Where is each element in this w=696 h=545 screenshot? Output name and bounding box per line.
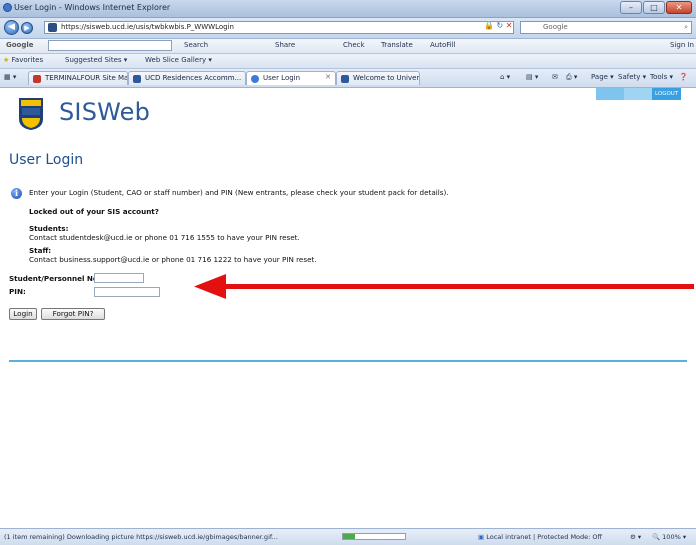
lock-icon[interactable]: 🔒 (484, 21, 494, 30)
zoom-control[interactable]: 🔍 100% ▾ (652, 533, 686, 541)
home-icon[interactable]: ⌂ ▾ (500, 73, 510, 81)
tab-favicon-icon (33, 75, 41, 83)
page-menu[interactable]: Page ▾ (591, 73, 614, 81)
favorites-label: Favorites (11, 56, 44, 64)
protected-mode-icon[interactable]: ⚙ ▾ (630, 533, 641, 541)
search-icon[interactable]: ⌕ (684, 22, 688, 33)
tab-ucd-residences[interactable]: UCD Residences Accomm... (128, 71, 246, 85)
tab-label: UCD Residences Accomm... (145, 74, 242, 82)
google-toolbar-search-input[interactable] (48, 40, 172, 51)
students-heading: Students: (29, 224, 69, 233)
top-nav-button-1[interactable] (596, 88, 624, 100)
forward-button[interactable]: ▶ (21, 22, 33, 34)
check-button[interactable]: Check (343, 41, 365, 49)
quick-tabs-icon[interactable]: ▦ ▾ (4, 73, 16, 81)
web-slice-gallery-link[interactable]: Web Slice Gallery ▾ (145, 56, 212, 64)
tab-welcome-ucd[interactable]: Welcome to University Col... (336, 71, 420, 85)
close-tab-icon[interactable]: ✕ (325, 73, 331, 81)
red-arrow-annotation (194, 274, 694, 299)
tab-label: Welcome to University Col... (353, 74, 420, 82)
tab-terminalfour[interactable]: TERMINALFOUR Site Man... (28, 71, 128, 85)
sign-in-link[interactable]: Sign In (670, 41, 694, 49)
students-contact-text: Contact studentdesk@ucd.ie or phone 01 7… (29, 233, 300, 242)
student-number-field[interactable] (94, 273, 144, 283)
tab-favicon-icon (341, 75, 349, 83)
info-icon: i (11, 188, 22, 199)
pin-field[interactable] (94, 287, 160, 297)
top-nav-button-2[interactable] (624, 88, 652, 100)
share-button[interactable]: Share (275, 41, 295, 49)
tab-favicon-icon (251, 75, 259, 83)
close-button[interactable]: ✕ (666, 1, 692, 14)
url-text: https://sisweb.ucd.ie/usis/twbkwbis.P_WW… (61, 23, 234, 31)
pin-label: PIN: (9, 287, 26, 296)
status-text: (1 item remaining) Downloading picture h… (4, 533, 278, 541)
minimize-button[interactable]: – (620, 1, 642, 14)
tab-label: User Login (263, 74, 301, 82)
staff-heading: Staff: (29, 246, 52, 255)
intranet-icon: ▣ (478, 533, 485, 541)
stop-icon[interactable]: ✕ (506, 21, 513, 30)
content-divider (9, 360, 687, 362)
logout-button[interactable]: LOGOUT (652, 88, 682, 100)
title-bar: User Login - Windows Internet Explorer –… (0, 0, 696, 18)
ucd-crest-logo (19, 98, 43, 130)
favorites-bar: ★ Favorites Suggested Sites ▾ Web Slice … (0, 54, 696, 69)
security-zone[interactable]: ▣ Local intranet | Protected Mode: Off (478, 533, 602, 541)
star-icon: ★ (3, 56, 10, 64)
forgot-pin-button[interactable]: Forgot PIN? (41, 308, 105, 320)
tab-label: TERMINALFOUR Site Man... (45, 74, 128, 82)
status-bar: (1 item remaining) Downloading picture h… (0, 528, 696, 545)
google-search-button[interactable]: Search (184, 41, 208, 49)
tab-bar: ▦ ▾ TERMINALFOUR Site Man... UCD Residen… (0, 69, 696, 88)
favorites-button[interactable]: ★ Favorites (3, 56, 43, 64)
browser-search-placeholder: Google (543, 23, 568, 31)
staff-contact-text: Contact business.support@ucd.ie or phone… (29, 255, 317, 264)
zoom-level: 100% (662, 533, 681, 541)
google-toolbar: Google Search Share Check Translate Auto… (0, 39, 696, 54)
locked-out-heading: Locked out of your SIS account? (29, 207, 159, 216)
login-button[interactable]: Login (9, 308, 37, 320)
tab-favicon-icon (133, 75, 141, 83)
site-favicon (48, 23, 57, 32)
feeds-icon[interactable]: ▤ ▾ (526, 73, 538, 81)
browser-search-field[interactable]: Google ⌕ (520, 21, 692, 34)
page-title: User Login (9, 152, 84, 168)
intro-text: Enter your Login (Student, CAO or staff … (29, 188, 449, 197)
help-icon[interactable]: ❓ (679, 73, 688, 81)
top-nav-buttons: LOGOUT (596, 88, 682, 100)
maximize-button[interactable]: □ (643, 1, 665, 14)
site-title: SISWeb (59, 98, 151, 126)
address-tools: 🔒 ↻ ✕ (484, 21, 512, 30)
download-progress-bar (342, 533, 406, 540)
safety-menu[interactable]: Safety ▾ (618, 73, 646, 81)
suggested-sites-link[interactable]: Suggested Sites ▾ (65, 56, 127, 64)
print-icon[interactable]: ⎙ ▾ (566, 73, 577, 82)
url-field[interactable]: https://sisweb.ucd.ie/usis/twbkwbis.P_WW… (44, 21, 514, 34)
autofill-button[interactable]: AutoFill (430, 41, 456, 49)
back-button[interactable]: ◀ (4, 20, 19, 35)
google-toolbar-logo: Google (6, 41, 34, 49)
address-bar: ◀ ▶ https://sisweb.ucd.ie/usis/twbkwbis.… (0, 18, 696, 39)
security-zone-label: Local intranet | Protected Mode: Off (486, 533, 602, 541)
window-title: User Login - Windows Internet Explorer (14, 3, 171, 12)
refresh-icon[interactable]: ↻ (497, 21, 504, 30)
tab-user-login[interactable]: User Login ✕ (246, 71, 336, 85)
internet-explorer-icon (3, 3, 12, 12)
tools-menu[interactable]: Tools ▾ (650, 73, 673, 81)
mail-icon[interactable]: ✉ (552, 73, 558, 81)
student-number-label: Student/Personnel No: (9, 274, 101, 283)
translate-button[interactable]: Translate (381, 41, 413, 49)
